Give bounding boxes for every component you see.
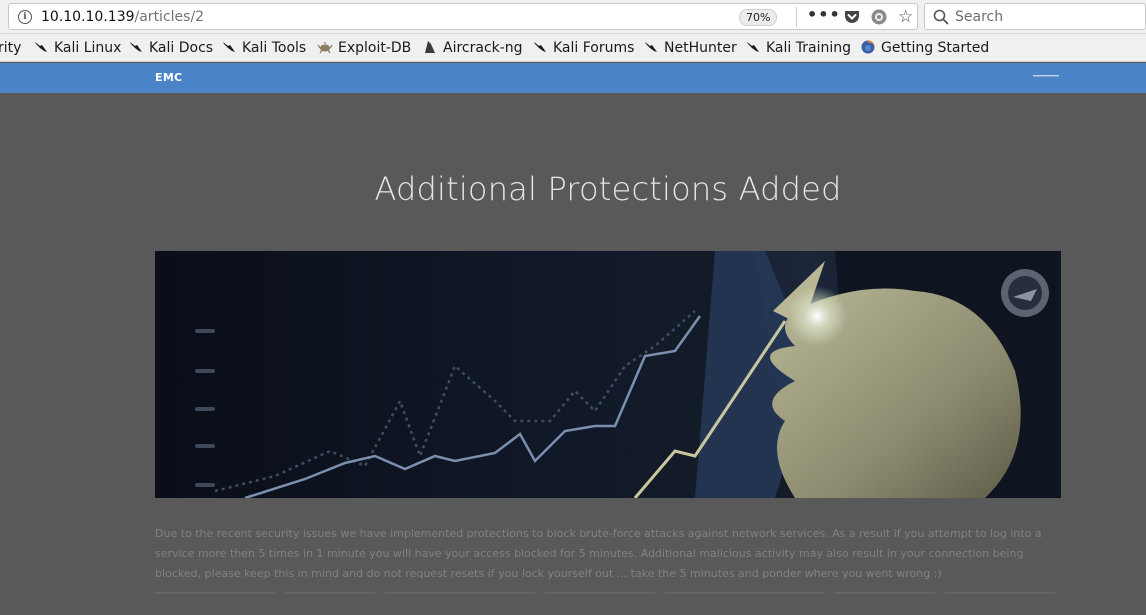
bookmark-label: Exploit-DB <box>338 40 412 56</box>
bookmark-label: Kali Linux <box>54 40 122 56</box>
bookmark-kali-linux[interactable]: Kali Linux <box>33 38 121 58</box>
info-icon[interactable]: i <box>18 10 32 24</box>
bookmark-kali-training[interactable]: Kali Training <box>745 38 851 58</box>
site-navbar: EMC <box>0 63 1146 93</box>
exploit-db-icon <box>317 42 333 54</box>
url-path: /articles/2 <box>134 9 205 25</box>
kali-dragon-icon <box>534 42 546 52</box>
url-text[interactable]: 10.10.10.139/articles/2 <box>41 9 204 25</box>
bookmark-label: Getting Started <box>881 40 990 56</box>
pocket-icon[interactable] <box>843 8 861 26</box>
firefox-icon <box>861 40 875 54</box>
article-title: Additional Protections Added <box>374 170 842 208</box>
aircrack-icon <box>425 41 435 53</box>
kali-dragon-icon <box>747 42 759 52</box>
search-icon <box>932 8 950 26</box>
bookmark-kali-docs[interactable]: Kali Docs <box>128 38 213 58</box>
kali-dragon-icon <box>223 42 235 52</box>
bookmark-nethunter[interactable]: NetHunter <box>643 38 737 58</box>
bookmark-label: Kali Docs <box>149 40 214 56</box>
zoom-indicator[interactable]: 70% <box>739 9 778 26</box>
search-input[interactable] <box>955 7 1135 27</box>
kali-dragon-icon <box>645 42 657 52</box>
bookmark-kali-forums[interactable]: Kali Forums <box>532 38 634 58</box>
kali-dragon-icon <box>130 42 142 52</box>
kali-dragon-icon <box>35 42 47 52</box>
article-more-text <box>155 584 1061 596</box>
bookmark-exploit-db[interactable]: Exploit-DB <box>317 38 411 58</box>
bookmark-label: Kali Training <box>766 40 851 56</box>
address-bar[interactable]: i 10.10.10.139/articles/2 70% ••• ☆ <box>8 3 918 30</box>
bookmark-star-icon[interactable]: ☆ <box>898 8 916 26</box>
bookmark-label: Aircrack-ng <box>443 40 523 56</box>
bookmarks-toolbar: rity Kali Linux Kali Docs Kali Tools Exp… <box>0 34 1146 62</box>
page-actions-more-icon[interactable]: ••• <box>807 7 840 26</box>
hero-image <box>155 251 1061 498</box>
bookmark-security[interactable]: rity <box>0 38 21 58</box>
bookmark-kali-tools[interactable]: Kali Tools <box>221 38 306 58</box>
reader-view-icon[interactable] <box>870 8 888 26</box>
bookmark-label: NetHunter <box>664 40 737 56</box>
article-body: Due to the recent security issues we hav… <box>155 527 1042 580</box>
bookmark-aircrack-ng[interactable]: Aircrack-ng <box>422 38 523 58</box>
site-brand[interactable]: EMC <box>155 71 182 84</box>
browser-toolbar: i 10.10.10.139/articles/2 70% ••• ☆ <box>0 0 1146 34</box>
urlbar-separator <box>796 7 797 27</box>
bookmark-label: Kali Forums <box>553 40 635 56</box>
search-bar[interactable] <box>924 3 1146 30</box>
bookmark-label: Kali Tools <box>242 40 307 56</box>
bookmark-label: rity <box>0 40 22 56</box>
navbar-right-item[interactable] <box>1033 73 1059 81</box>
bookmark-getting-started[interactable]: Getting Started <box>860 38 989 58</box>
url-host: 10.10.10.139 <box>41 9 135 25</box>
